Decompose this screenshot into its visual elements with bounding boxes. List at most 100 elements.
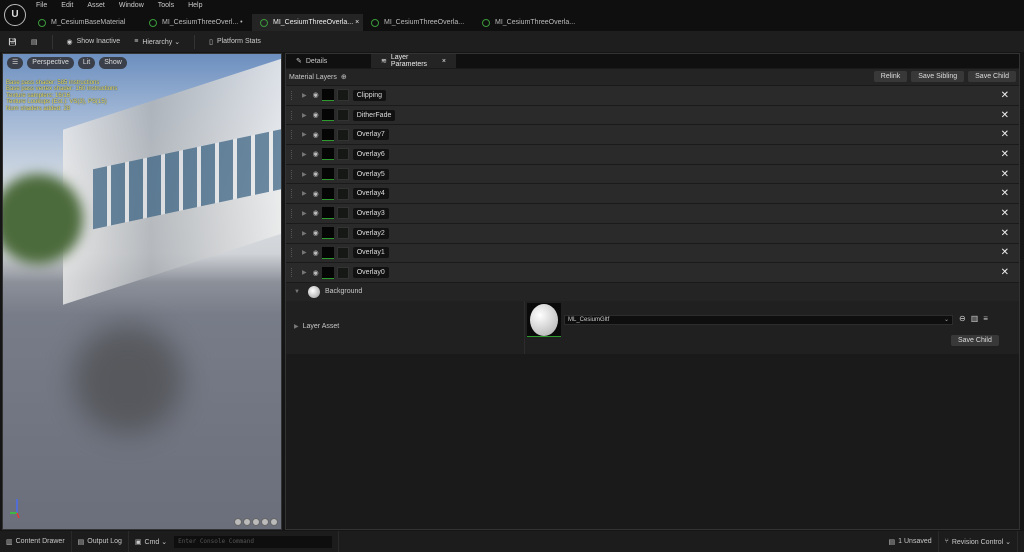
remove-layer-icon[interactable]: ✕ <box>1001 267 1009 278</box>
remove-layer-icon[interactable]: ✕ <box>1001 188 1009 199</box>
layer-name[interactable]: Overlay4 <box>352 188 389 200</box>
layer-row[interactable]: ▶ ◉ Overlay3 ✕ <box>286 203 1019 223</box>
drag-handle[interactable] <box>291 228 294 238</box>
remove-layer-icon[interactable]: ✕ <box>1001 208 1009 219</box>
visibility-eye-icon[interactable]: ◉ <box>313 150 319 158</box>
save-icon[interactable]: 💾︎ <box>8 38 17 46</box>
expand-arrow-icon[interactable]: ▶ <box>302 131 307 138</box>
expand-arrow-icon[interactable]: ▶ <box>302 171 307 178</box>
layer-row[interactable]: ▶ ◉ Clipping ✕ <box>286 85 1019 105</box>
remove-layer-icon[interactable]: ✕ <box>1001 247 1009 258</box>
save-sibling-button[interactable]: Save Sibling <box>911 71 965 82</box>
asset-save-child-button[interactable]: Save Child <box>951 334 999 346</box>
drag-handle[interactable] <box>291 248 294 258</box>
asset-thumbnail[interactable] <box>527 302 561 337</box>
plane-icon[interactable] <box>252 518 260 526</box>
tab-details[interactable]: ✎ Details <box>286 54 371 68</box>
drag-handle[interactable] <box>291 90 294 100</box>
layer-row[interactable]: ▶ ◉ Overlay4 ✕ <box>286 183 1019 204</box>
layer-name[interactable]: Overlay0 <box>352 267 389 279</box>
visibility-eye-icon[interactable]: ◉ <box>313 249 319 257</box>
visibility-eye-icon[interactable]: ◉ <box>313 269 319 277</box>
visibility-eye-icon[interactable]: ◉ <box>313 91 319 99</box>
menu-tools[interactable]: Tools <box>158 2 174 9</box>
revision-control-button[interactable]: ⑂ Revision Control ⌄ <box>939 531 1018 552</box>
expand-arrow-icon[interactable]: ▶ <box>302 269 307 276</box>
visibility-eye-icon[interactable]: ◉ <box>313 131 319 139</box>
output-log-button[interactable]: ▤ Output Log <box>72 531 129 552</box>
menu-file[interactable]: File <box>36 2 47 9</box>
add-layer-icon[interactable]: ⊕ <box>341 73 347 81</box>
expand-arrow-icon[interactable]: ▶ <box>302 190 307 197</box>
layer-name[interactable]: Overlay3 <box>352 207 389 219</box>
layer-name[interactable]: DitherFade <box>352 109 396 121</box>
tab-instance-4[interactable]: MI_CesiumThreeOverla... <box>474 14 585 31</box>
expand-arrow-icon[interactable]: ▶ <box>302 230 307 237</box>
visibility-eye-icon[interactable]: ◉ <box>313 209 319 217</box>
remove-layer-icon[interactable]: ✕ <box>1001 90 1009 101</box>
layer-asset-property[interactable]: ▶ Layer Asset <box>294 323 339 330</box>
lit-button[interactable]: Lit <box>77 57 96 69</box>
drag-handle[interactable] <box>291 189 294 199</box>
remove-layer-icon[interactable]: ✕ <box>1001 169 1009 180</box>
sphere-icon[interactable] <box>243 518 251 526</box>
drag-handle[interactable] <box>291 169 294 179</box>
expand-arrow-icon[interactable]: ▶ <box>302 92 307 99</box>
platform-stats-button[interactable]: ▯ Platform Stats <box>209 38 261 46</box>
console-input[interactable]: Enter Console Command <box>174 535 333 548</box>
relink-button[interactable]: Relink <box>873 71 908 82</box>
hierarchy-button[interactable]: ≡ Hierarchy ⌄ <box>134 38 180 46</box>
expand-arrow-icon[interactable]: ▶ <box>302 210 307 217</box>
show-inactive-button[interactable]: ◉ Show Inactive <box>67 38 121 46</box>
tab-layer-parameters[interactable]: ≋ Layer Parameters × <box>371 54 456 68</box>
layer-name[interactable]: Clipping <box>352 89 387 101</box>
save-child-button[interactable]: Save Child <box>968 71 1016 82</box>
drag-handle[interactable] <box>291 149 294 159</box>
drag-handle[interactable] <box>291 268 294 278</box>
layer-row[interactable]: ▶ ◉ Overlay7 ✕ <box>286 124 1019 145</box>
browse-icon[interactable]: ▥ <box>971 314 979 323</box>
layer-name[interactable]: Overlay2 <box>352 227 389 239</box>
drag-handle[interactable] <box>291 130 294 140</box>
tab-base-material[interactable]: M_CesiumBaseMaterial <box>30 14 141 31</box>
drag-handle[interactable] <box>291 110 294 120</box>
remove-layer-icon[interactable]: ✕ <box>1001 228 1009 239</box>
visibility-eye-icon[interactable]: ◉ <box>313 229 319 237</box>
layer-row[interactable]: ▶ ◉ Overlay5 ✕ <box>286 163 1019 184</box>
browse-icon[interactable]: ▤ <box>31 38 38 46</box>
layer-name[interactable]: Overlay5 <box>352 168 389 180</box>
mesh-icon[interactable] <box>270 518 278 526</box>
show-button[interactable]: Show <box>99 57 127 69</box>
visibility-eye-icon[interactable]: ◉ <box>313 111 319 119</box>
expand-arrow-icon[interactable]: ▶ <box>302 249 307 256</box>
visibility-eye-icon[interactable]: ◉ <box>313 170 319 178</box>
viewport[interactable]: ☰ Perspective Lit Show Base pass shader:… <box>2 53 282 530</box>
tab-instance-3[interactable]: MI_CesiumThreeOverla... <box>363 14 474 31</box>
unreal-logo-icon[interactable]: U <box>4 4 26 26</box>
layer-name[interactable]: Overlay1 <box>352 247 389 259</box>
collapse-arrow-icon[interactable]: ▼ <box>294 289 300 295</box>
menu-help[interactable]: Help <box>188 2 202 9</box>
cylinder-icon[interactable] <box>234 518 242 526</box>
menu-edit[interactable]: Edit <box>61 2 73 9</box>
layer-row[interactable]: ▶ ◉ Overlay0 ✕ <box>286 262 1019 282</box>
expand-arrow-icon[interactable]: ▶ <box>294 323 299 330</box>
filter-icon[interactable]: ≡ <box>983 314 988 323</box>
layer-name[interactable]: Overlay6 <box>352 148 389 160</box>
drag-handle[interactable] <box>291 208 294 218</box>
cube-icon[interactable] <box>261 518 269 526</box>
unsaved-button[interactable]: ▤ 1 Unsaved <box>883 531 939 552</box>
tab-instance-2-active[interactable]: MI_CesiumThreeOverla... × <box>252 14 363 31</box>
content-drawer-button[interactable]: ▥ Content Drawer <box>0 531 72 552</box>
expand-arrow-icon[interactable]: ▶ <box>302 151 307 158</box>
expand-arrow-icon[interactable]: ▶ <box>302 112 307 119</box>
remove-layer-icon[interactable]: ✕ <box>1001 149 1009 160</box>
layer-row[interactable]: ▶ ◉ Overlay6 ✕ <box>286 144 1019 164</box>
layer-name[interactable]: Overlay7 <box>352 129 389 141</box>
layer-row[interactable]: ▶ ◉ Overlay1 ✕ <box>286 242 1019 263</box>
tab-instance-1[interactable]: MI_CesiumThreeOverl... • <box>141 14 252 31</box>
remove-layer-icon[interactable]: ✕ <box>1001 110 1009 121</box>
layer-row[interactable]: ▶ ◉ DitherFade ✕ <box>286 104 1019 125</box>
viewport-menu-button[interactable]: ☰ <box>7 57 24 69</box>
visibility-eye-icon[interactable]: ◉ <box>313 190 319 198</box>
